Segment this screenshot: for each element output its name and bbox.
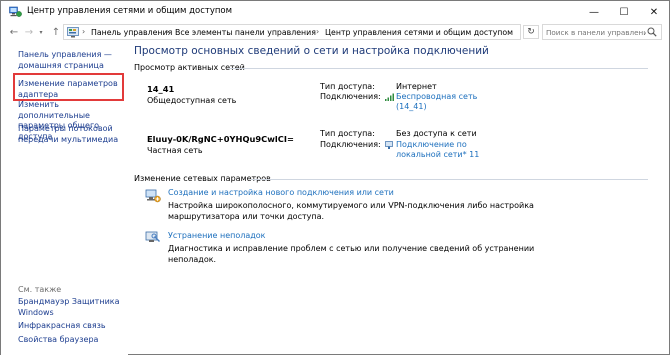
main-content: Просмотр основных сведений о сети и наст… (128, 41, 669, 355)
link-line: Параметры потоковой (18, 124, 113, 133)
link-line: Изменить дополнительные (18, 100, 90, 120)
link-line: Брандмауэр Защитника (18, 297, 120, 306)
window-title: Центр управления сетями и общим доступом (27, 6, 233, 16)
media-streaming-options-link[interactable]: Параметры потоковой передачи мультимедиа (18, 124, 124, 145)
search-input[interactable] (546, 26, 646, 38)
wifi-signal-icon (385, 93, 394, 101)
search-icon (647, 27, 657, 37)
network-category[interactable]: Общедоступная сеть (147, 96, 236, 105)
link-line: Панель управления — (18, 50, 112, 59)
see-also-heading: См. также (18, 285, 62, 294)
description-line: Диагностика и исправление проблем с сеть… (168, 244, 535, 253)
ethernet-icon (385, 141, 393, 149)
address-bar[interactable]: › Панель управления › Все элементы панел… (63, 24, 568, 40)
breadcrumb-control-panel[interactable]: Панель управления (91, 28, 172, 37)
connections-label: Подключения: (320, 92, 381, 101)
highlight-frame (13, 73, 124, 101)
recent-locations-button[interactable]: ▾ (36, 25, 46, 39)
breadcrumb-separator: › (82, 27, 86, 36)
task-description: Настройка широкополосного, коммутируемог… (168, 201, 534, 222)
internet-options-link[interactable]: Свойства браузера (18, 335, 124, 346)
back-button[interactable]: ← (7, 25, 21, 39)
troubleshoot-icon (145, 231, 160, 242)
network-category[interactable]: Частная сеть (147, 146, 203, 155)
link-line: (14_41) (396, 102, 427, 111)
navigation-bar: ← → ▾ ↑ › Панель управления › Все элемен… (1, 23, 669, 41)
access-type-value: Без доступа к сети (396, 129, 477, 138)
minimize-button[interactable]: — (579, 1, 609, 23)
connections-label: Подключения: (320, 140, 381, 149)
search-box[interactable] (542, 24, 662, 40)
window: Центр управления сетями и общим доступом… (0, 0, 670, 355)
maximize-button[interactable]: ☐ (609, 1, 639, 23)
network-name: Eluuy-0K/RgNC+0YHQu9CwlCI= (147, 134, 294, 144)
breadcrumb-separator: › (166, 27, 170, 36)
access-type-value: Интернет (396, 82, 437, 91)
description-line: Настройка широкополосного, коммутируемог… (168, 201, 534, 210)
task-description: Диагностика и исправление проблем с сеть… (168, 244, 534, 265)
new-connection-link[interactable]: Создание и настройка нового подключения … (168, 188, 394, 197)
control-panel-home-link[interactable]: Панель управления — домашняя страница (18, 50, 124, 71)
section-divider (251, 179, 648, 180)
troubleshoot-link[interactable]: Устранение неполадок (168, 231, 266, 240)
link-line: Windows (18, 307, 54, 317)
link-line: домашняя страница (18, 60, 104, 70)
close-button[interactable]: ✕ (639, 1, 669, 23)
access-type-label: Тип доступа: (320, 82, 375, 91)
title-bar: Центр управления сетями и общим доступом… (1, 1, 669, 23)
new-connection-icon (145, 189, 161, 203)
link-line: Беспроводная сеть (396, 92, 478, 101)
network-name: 14_41 (147, 84, 175, 94)
network-center-icon (9, 6, 22, 17)
local-connection-link[interactable]: Подключение по локальной сети* 11 (396, 140, 479, 160)
breadcrumb-all-items[interactable]: Все элементы панели управления (175, 28, 316, 37)
page-title: Просмотр основных сведений о сети и наст… (134, 45, 489, 57)
description-line: маршрутизатора или точки доступа. (168, 211, 325, 221)
up-button[interactable]: ↑ (49, 25, 63, 39)
description-line: неполадок. (168, 254, 217, 264)
link-line: передачи мультимедиа (18, 134, 119, 144)
access-type-label: Тип доступа: (320, 129, 375, 138)
forward-button[interactable]: → (22, 25, 36, 39)
wireless-connection-link[interactable]: Беспроводная сеть (14_41) (396, 92, 477, 112)
infrared-link[interactable]: Инфракрасная связь (18, 321, 124, 332)
windows-firewall-link[interactable]: Брандмауэр Защитника Windows (18, 297, 124, 318)
left-navigation-pane: Панель управления — домашняя страница Из… (1, 41, 128, 355)
refresh-button[interactable]: ↻ (523, 25, 539, 39)
control-panel-icon (67, 27, 79, 38)
breadcrumb-separator: › (316, 27, 320, 36)
section-divider (228, 68, 648, 69)
link-line: локальной сети* 11 (396, 150, 480, 159)
link-line: Подключение по (396, 140, 467, 149)
breadcrumb-network-center[interactable]: Центр управления сетями и общим доступом (325, 28, 513, 37)
